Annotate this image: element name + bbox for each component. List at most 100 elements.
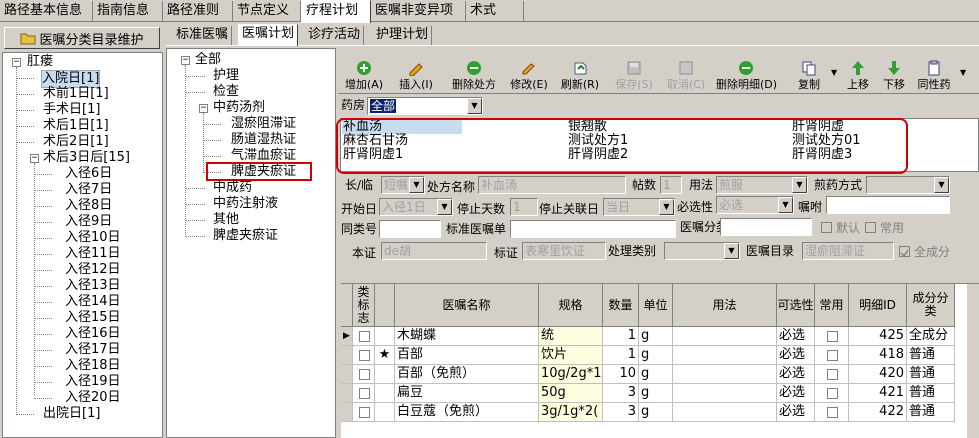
grid-cell-unit[interactable]: g bbox=[639, 365, 673, 384]
decoct-select[interactable]: ▼ bbox=[866, 176, 950, 194]
insert-button[interactable]: 插入(I) bbox=[394, 60, 438, 92]
grid-cell-usage[interactable] bbox=[673, 384, 777, 403]
category-subitem[interactable]: 肠道湿热证 bbox=[231, 132, 296, 148]
grid-cell-unit[interactable]: g bbox=[639, 384, 673, 403]
collapse-toggle-icon[interactable]: − bbox=[181, 56, 190, 65]
tab-guide-info[interactable]: 指南信息 bbox=[93, 1, 163, 22]
category-item[interactable]: 中药汤剂 bbox=[213, 100, 265, 116]
grid-cell-id[interactable]: 420 bbox=[849, 365, 907, 384]
tab-path-criteria[interactable]: 路径准则 bbox=[163, 1, 233, 22]
grid-cell-cat[interactable]: 普通 bbox=[907, 384, 955, 403]
tree-subday-item[interactable]: 入径10日 bbox=[65, 230, 121, 246]
column-header[interactable]: 可选性 bbox=[777, 284, 815, 327]
column-header-star[interactable] bbox=[375, 284, 395, 327]
add-button[interactable]: 增加(A) bbox=[342, 60, 386, 92]
syndrome-field[interactable]: de胡 bbox=[381, 242, 487, 260]
stop-link-select[interactable]: 当日 ▼ bbox=[603, 198, 675, 216]
tree-subday-item[interactable]: 入径20日 bbox=[65, 390, 121, 406]
row-checkbox[interactable] bbox=[827, 350, 838, 361]
grid-cell-opt[interactable]: 必选 bbox=[777, 327, 815, 346]
row-indicator[interactable]: ▶ bbox=[341, 327, 353, 346]
tree-subday-item[interactable]: 入径17日 bbox=[65, 342, 121, 358]
tree-day-item[interactable]: 术前1日[1] bbox=[43, 86, 109, 102]
grid-cell-name[interactable]: 百部 bbox=[395, 346, 539, 365]
column-header[interactable]: 用法 bbox=[673, 284, 777, 327]
chevron-down-icon[interactable]: ▼ bbox=[792, 177, 807, 193]
entrust-field[interactable] bbox=[826, 196, 950, 214]
tab-treatment-plan[interactable]: 疗程计划 bbox=[301, 0, 371, 23]
grid-cell-opt[interactable]: 必选 bbox=[777, 346, 815, 365]
order-category-maintenance-button[interactable]: 医嘱分类目录维护 bbox=[4, 27, 160, 49]
full-component-checkbox[interactable] bbox=[899, 246, 910, 258]
row-checkbox[interactable] bbox=[359, 369, 370, 380]
common-checkbox-cell[interactable] bbox=[815, 327, 849, 346]
tree-subday-item[interactable]: 入径9日 bbox=[65, 214, 112, 230]
chevron-down-icon[interactable]: ▼ bbox=[724, 243, 739, 259]
grid-cell-star[interactable] bbox=[375, 365, 395, 384]
grid-cell-cat[interactable]: 全成分 bbox=[907, 327, 955, 346]
grid-cell-name[interactable]: 扁豆 bbox=[395, 384, 539, 403]
grid-cell-qty[interactable]: 1 bbox=[603, 346, 639, 365]
collapse-toggle-icon[interactable]: − bbox=[199, 104, 208, 113]
order-dir-field[interactable]: 湿瘀阻滞证 bbox=[802, 242, 894, 260]
tree-subday-item[interactable]: 入径14日 bbox=[65, 294, 121, 310]
grid-cell-star[interactable] bbox=[375, 384, 395, 403]
grid-cell-usage[interactable] bbox=[673, 346, 777, 365]
grid-cell-cat[interactable]: 普通 bbox=[907, 346, 955, 365]
grid-cell-opt[interactable]: 必选 bbox=[777, 403, 815, 422]
class-flag-checkbox-cell[interactable] bbox=[353, 384, 375, 403]
row-checkbox[interactable] bbox=[827, 407, 838, 418]
row-checkbox[interactable] bbox=[359, 407, 370, 418]
tree-root[interactable]: 肛瘘 bbox=[27, 54, 53, 70]
tree-subday-item[interactable]: 入径15日 bbox=[65, 310, 121, 326]
long-temp-select[interactable]: 短嘱 ▼ bbox=[381, 176, 425, 194]
chevron-down-icon[interactable]: ▼ bbox=[409, 177, 424, 193]
grid-cell-star[interactable] bbox=[375, 403, 395, 422]
grid-cell-qty[interactable]: 10 bbox=[603, 365, 639, 384]
tree-day-item[interactable]: 术后2日[1] bbox=[43, 134, 109, 150]
tab-standard-orders[interactable]: 标准医嘱 bbox=[173, 26, 233, 45]
grid-scrollbar[interactable] bbox=[967, 284, 979, 438]
save-button[interactable]: 保存(S) bbox=[612, 60, 656, 92]
row-checkbox[interactable] bbox=[359, 331, 370, 342]
common-checkbox-cell[interactable] bbox=[815, 346, 849, 365]
grid-cell-star[interactable] bbox=[375, 327, 395, 346]
grid-cell-cat[interactable]: 普通 bbox=[907, 365, 955, 384]
category-item[interactable]: 其他 bbox=[213, 212, 239, 228]
same-drug-button[interactable]: 同性药 bbox=[913, 60, 955, 92]
common-checkbox-cell[interactable] bbox=[815, 403, 849, 422]
class-flag-checkbox-cell[interactable] bbox=[353, 403, 375, 422]
tab-treatment-activities[interactable]: 诊疗活动 bbox=[305, 26, 365, 45]
tree-day-item[interactable]: 术后3日后[15] bbox=[43, 150, 130, 166]
class-flag-checkbox-cell[interactable] bbox=[353, 346, 375, 365]
tree-subday-item[interactable]: 入径16日 bbox=[65, 326, 121, 342]
tab-surgery-type[interactable]: 术式 bbox=[466, 1, 524, 22]
class-flag-checkbox-cell[interactable] bbox=[353, 327, 375, 346]
start-select[interactable]: 入径1日 ▼ bbox=[379, 198, 453, 216]
category-item[interactable]: 中成药 bbox=[213, 180, 252, 196]
grid-cell-opt[interactable]: 必选 bbox=[777, 365, 815, 384]
delete-detail-button[interactable]: 删除明细(D) bbox=[716, 60, 777, 92]
tree-subday-item[interactable]: 入径18日 bbox=[65, 358, 121, 374]
common-checkbox-cell[interactable] bbox=[815, 365, 849, 384]
tree-subday-item[interactable]: 入径7日 bbox=[65, 182, 112, 198]
grid-cell-name[interactable]: 百部（免煎） bbox=[395, 365, 539, 384]
grid-cell-spec[interactable]: 3g/1g*2( bbox=[539, 403, 603, 422]
category-item[interactable]: 中药注射液 bbox=[213, 196, 278, 212]
grid-cell-spec[interactable]: 50g bbox=[539, 384, 603, 403]
row-indicator[interactable] bbox=[341, 384, 353, 403]
tree-subday-item[interactable]: 入径11日 bbox=[65, 246, 121, 262]
column-header[interactable]: 数量 bbox=[603, 284, 639, 327]
grid-cell-usage[interactable] bbox=[673, 327, 777, 346]
row-indicator[interactable] bbox=[341, 346, 353, 365]
grid-cell-unit[interactable]: g bbox=[639, 403, 673, 422]
chevron-down-icon[interactable]: ▼ bbox=[467, 98, 482, 114]
process-select[interactable]: ▼ bbox=[664, 242, 740, 260]
edit-button[interactable]: 修改(E) bbox=[507, 60, 551, 92]
row-indicator[interactable] bbox=[341, 403, 353, 422]
column-header[interactable]: 常用 bbox=[815, 284, 849, 327]
class-flag-checkbox-cell[interactable] bbox=[353, 365, 375, 384]
delete-prescription-button[interactable]: 删除处方 bbox=[448, 60, 500, 92]
grid-cell-usage[interactable] bbox=[673, 365, 777, 384]
common-checkbox-cell[interactable] bbox=[815, 384, 849, 403]
